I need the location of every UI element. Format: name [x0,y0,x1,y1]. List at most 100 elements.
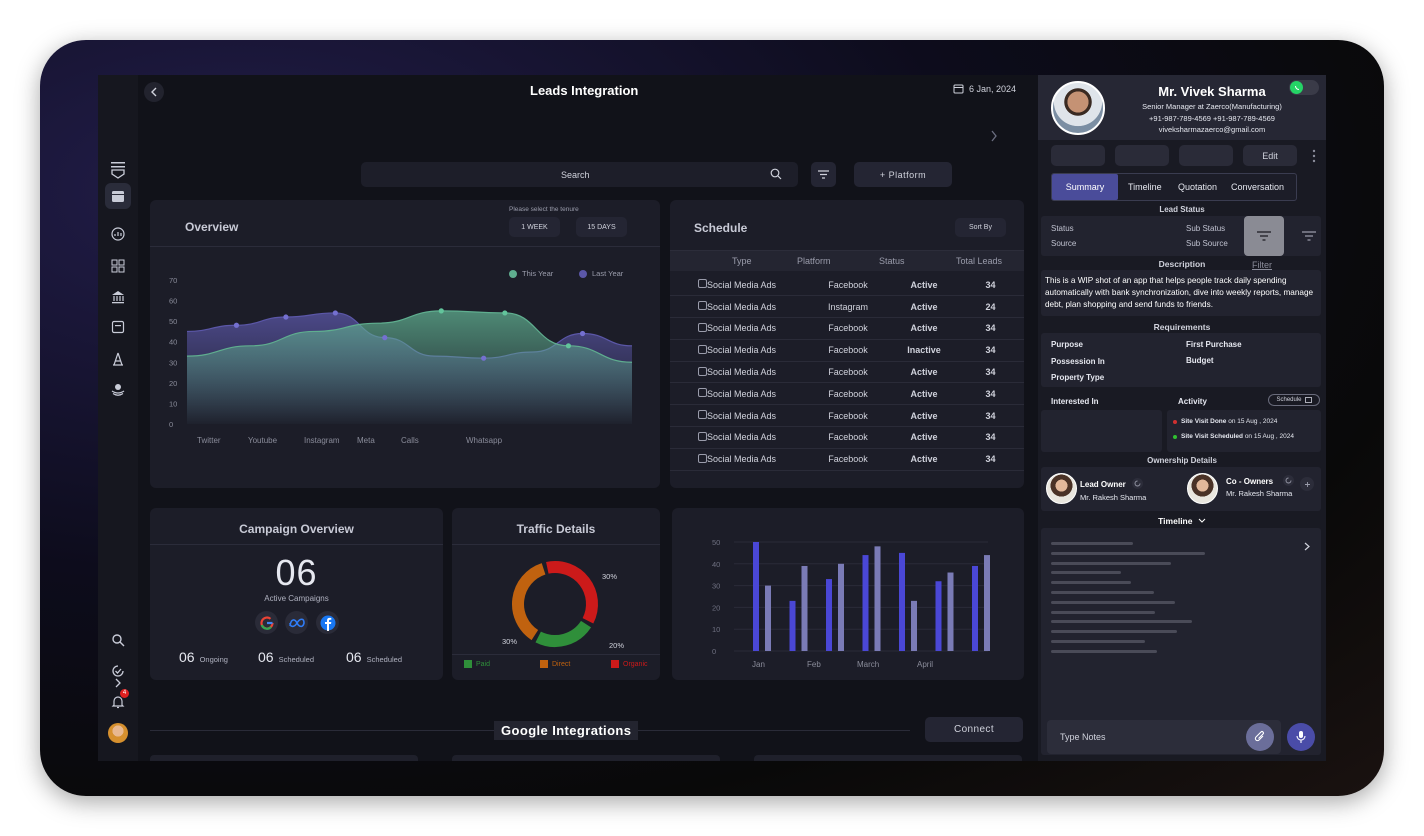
carousel-next-icon[interactable] [990,129,998,147]
back-button[interactable] [144,82,164,102]
attachment-icon[interactable] [1246,723,1274,751]
col-platform: Platform [797,256,831,266]
donut-slice-organic [546,561,598,624]
row-checkbox-cell[interactable] [670,317,707,340]
tab-summary[interactable]: Summary [1052,174,1118,200]
timeline-title[interactable]: Timeline [1038,516,1326,526]
sort-by-button[interactable]: Sort By [955,218,1006,237]
tenure-1-week[interactable]: 1 WEEK [509,217,560,237]
timeline-placeholder-line [1051,561,1171,565]
row-total-leads: 34 [957,339,1024,362]
row-checkbox[interactable] [698,279,707,289]
profile-name: Mr. Vivek Sharma [1158,84,1266,99]
more-options-icon[interactable] [1312,149,1316,163]
table-row[interactable]: Social Media Ads Facebook Inactive 34 [670,339,1024,362]
user-avatar[interactable] [105,720,131,746]
profile-role: Senior Manager at Zaerco(Manufacturing) [1142,102,1282,111]
sub-source-field: Sub Source [1186,239,1228,248]
coins-icon[interactable] [105,376,131,402]
action-slot-1[interactable] [1051,145,1105,166]
archive-icon[interactable] [105,314,131,340]
table-row[interactable]: Social Media Ads Facebook Active 34 [670,382,1024,406]
interested-in-box [1041,410,1162,452]
tab-conversation[interactable]: Conversation [1231,182,1284,192]
dashboard-icon[interactable] [105,253,131,279]
connect-button[interactable]: Connect [925,717,1023,742]
tower-icon[interactable] [105,346,131,372]
meta-logo-icon[interactable] [285,611,308,634]
analytics-icon[interactable] [105,221,131,247]
row-checkbox[interactable] [698,301,707,311]
google-logo-icon[interactable] [255,611,278,634]
add-platform-button[interactable]: + Platform [854,162,952,187]
row-checkbox[interactable] [698,366,707,376]
interested-in-title: Interested In [1051,397,1099,406]
row-checkbox[interactable] [698,344,707,354]
table-row[interactable]: Social Media Ads Facebook Active 34 [670,317,1024,340]
y-tick-label: 20 [712,603,720,612]
menu-icon[interactable] [105,157,131,183]
add-co-owner-icon[interactable] [1300,477,1314,491]
bell-icon[interactable]: 4 [105,689,131,715]
table-row[interactable]: Social Media Ads Facebook Active 34 [670,426,1024,449]
description-text: This is a WIP shot of an app that helps … [1045,276,1314,309]
whatsapp-toggle[interactable] [1289,80,1319,95]
row-checkbox[interactable] [698,410,707,420]
tab-timeline[interactable]: Timeline [1128,182,1162,192]
calendar-icon[interactable] [105,183,131,209]
bank-icon[interactable] [105,284,131,310]
device-frame: 4 Leads Integration 6 Jan, 2024 Search +… [40,40,1384,796]
edit-button[interactable]: Edit [1243,145,1297,166]
activity-item-2: Site Visit Scheduled on 15 Aug , 2024 [1173,433,1294,440]
filter-button-active[interactable] [1244,216,1284,256]
action-slot-3[interactable] [1179,145,1233,166]
notes-input[interactable]: Type Notes [1047,720,1281,754]
row-checkbox[interactable] [698,388,707,398]
timeline-placeholder-line [1051,581,1131,585]
row-checkbox[interactable] [698,453,707,463]
table-row[interactable]: Social Media Ads Facebook Active 34 [670,361,1024,384]
tenure-15-days[interactable]: 15 DAYS [576,217,627,237]
row-checkbox-cell[interactable] [670,361,707,384]
table-row[interactable]: Social Media Ads Facebook Active 34 [670,448,1024,471]
stat-ongoing-label: Ongoing [199,655,228,664]
row-checkbox-cell[interactable] [670,339,707,362]
row-checkbox-cell[interactable] [670,426,707,449]
y-tick-label: 10 [712,625,720,634]
facebook-logo-icon[interactable] [316,611,339,634]
main-content: Leads Integration 6 Jan, 2024 Search + P… [138,75,1036,761]
microphone-button[interactable] [1287,723,1315,751]
row-checkbox-cell[interactable] [670,295,707,319]
timeline-next-icon[interactable] [1304,538,1310,556]
timeline-title-label: Timeline [1158,516,1193,526]
co-owner-sync-icon[interactable] [1283,475,1294,486]
legend-swatch-organic [611,660,619,668]
row-checkbox-cell[interactable] [670,448,707,471]
filter-button[interactable] [811,162,836,187]
search-icon[interactable] [105,627,131,653]
data-point [438,308,444,314]
row-checkbox-cell[interactable] [670,382,707,406]
filter-alt-icon[interactable] [1302,228,1316,246]
activity-dot-red [1173,419,1177,424]
action-slot-2[interactable] [1115,145,1169,166]
schedule-activity-button[interactable]: Schedule [1268,394,1320,406]
activity-item-1: Site Visit Done on 15 Aug , 2024 [1173,418,1277,425]
lead-owner-sync-icon[interactable] [1132,478,1143,489]
search-bar[interactable]: Search [361,162,798,187]
row-checkbox[interactable] [698,322,707,332]
y-tick-label: 40 [712,560,720,569]
timeline-placeholder-line [1051,542,1133,545]
table-row[interactable]: Social Media Ads Facebook Active 34 [670,274,1024,297]
table-row[interactable]: Social Media Ads Instagram Active 24 [670,295,1024,319]
table-row[interactable]: Social Media Ads Facebook Active 34 [670,404,1024,428]
integration-card [754,755,1022,761]
donut-slice-direct [512,563,546,641]
row-checkbox-cell[interactable] [670,404,707,428]
row-checkbox-cell[interactable] [670,274,707,297]
y-tick-label: 50 [712,538,720,547]
row-checkbox[interactable] [698,431,707,441]
row-status: Active [891,317,957,340]
row-type: Social Media Ads [707,404,805,428]
tab-quotation[interactable]: Quotation [1178,182,1217,192]
